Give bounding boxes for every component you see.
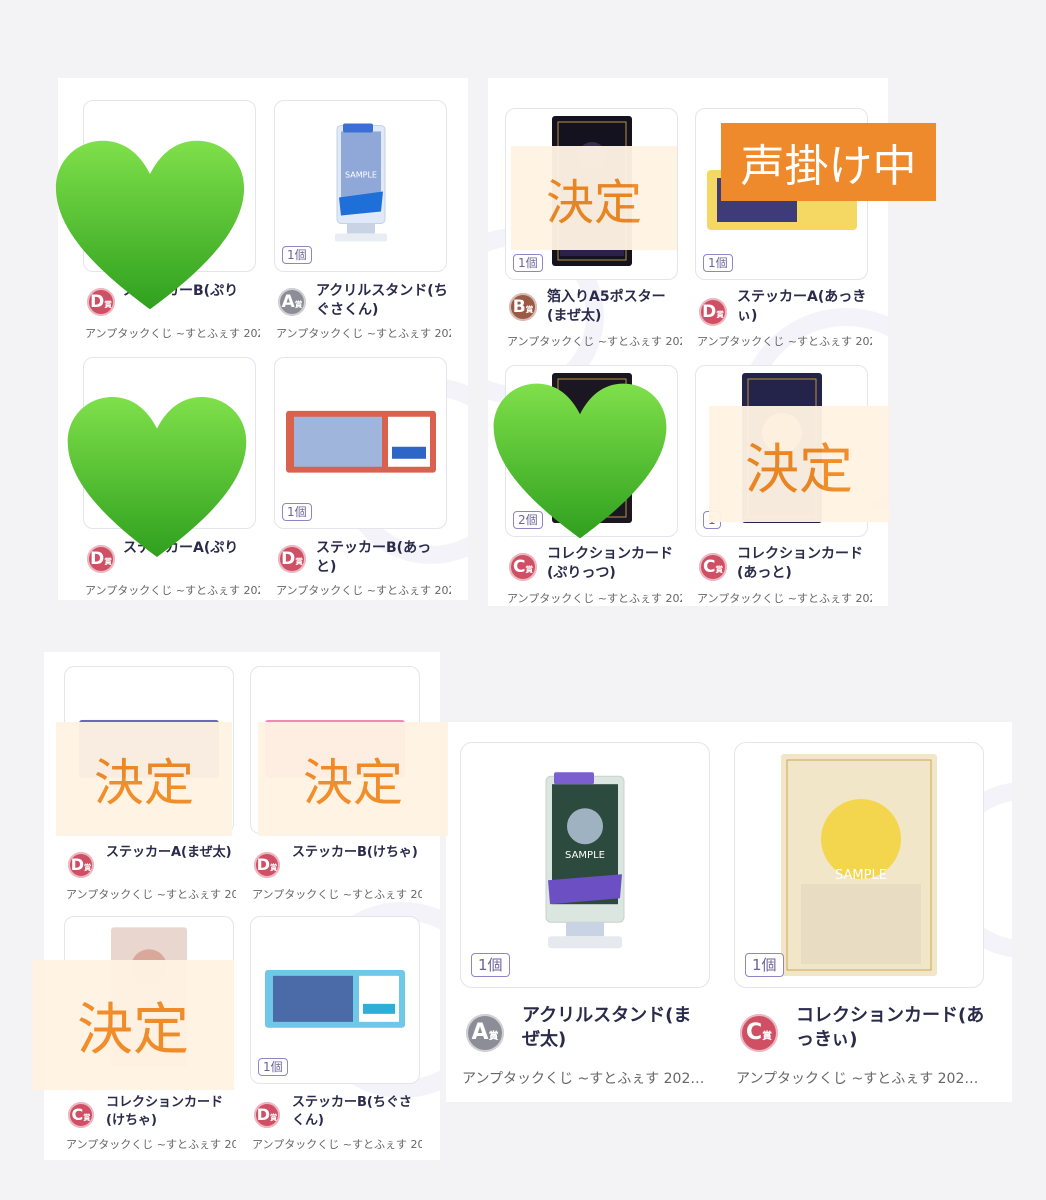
lottery-name: アンプタックくじ ~すとふぇす 202…: [697, 592, 872, 605]
rank-a-badge: A賞: [278, 288, 306, 316]
prize-card[interactable]: 1個 D賞 ステッカーB(ちぐさくん) アンプタックくじ ~すとふぇす 202…: [250, 916, 422, 1156]
quantity-badge: 1個: [282, 246, 312, 264]
svg-text:SAMPLE: SAMPLE: [565, 850, 605, 861]
quantity-badge: 1個: [703, 254, 733, 272]
quantity-badge: 1個: [471, 953, 510, 977]
prize-name: コレクションカード(あっと): [737, 546, 863, 581]
prize-name: 箔入りA5ポスター(まぜ太): [547, 289, 666, 324]
acrylic-stand-image: SAMPLE: [334, 123, 387, 242]
prize-name: コレクションカード(あっきぃ): [796, 1005, 985, 1051]
lottery-name: アンプタックくじ ~すとふぇす 202…: [252, 888, 422, 901]
lottery-name: アンプタックくじ ~すとふぇす 202…: [85, 584, 260, 597]
decided-overlay: 決定: [709, 406, 889, 522]
prize-name: コレクションカード(けちゃ): [106, 1095, 224, 1128]
lottery-name: アンプタックくじ ~すとふぇす 202…: [252, 1138, 422, 1151]
decided-overlay: 決定: [511, 146, 677, 250]
lottery-name: アンプタックくじ ~すとふぇす 202…: [85, 327, 260, 340]
decided-overlay: 決定: [258, 722, 448, 836]
prize-card[interactable]: SAMPLE 1個 C賞 コレクションカード(あっきぃ) アンプタックくじ ~す…: [734, 742, 986, 1092]
rank-d-badge: D賞: [254, 1102, 280, 1128]
lottery-name: アンプタックくじ ~すとふぇす 202…: [66, 1138, 236, 1151]
quantity-badge: 1個: [282, 503, 312, 521]
prize-thumbnail[interactable]: 1個: [250, 916, 420, 1084]
prize-name: コレクションカード(ぷりっつ): [547, 546, 673, 581]
lottery-name: アンプタックくじ ~すとふぇす 202…: [276, 584, 451, 597]
prize-thumbnail[interactable]: SAMPLE 1個: [734, 742, 984, 988]
prize-card[interactable]: SAMPLE 1個 A賞 アクリルスタンド(ちぐさくん) アンプタックくじ ~す…: [274, 100, 451, 350]
calling-overlay: 声掛け中: [721, 123, 936, 201]
lottery-name: アンプタックくじ ~すとふぇす 202…: [276, 327, 451, 340]
rank-d-badge: D賞: [699, 298, 727, 326]
rank-c-badge: C賞: [68, 1102, 94, 1128]
prize-name: ステッカーB(けちゃ): [292, 845, 418, 860]
rank-d-badge: D賞: [68, 852, 94, 878]
decided-overlay: 決定: [56, 722, 232, 836]
prize-name: アクリルスタンド(まぜ太): [522, 1005, 692, 1051]
rank-c-badge: C賞: [740, 1014, 778, 1052]
green-heart-icon: [67, 397, 247, 557]
lottery-name: アンプタックくじ ~すとふぇす 202…: [66, 888, 236, 901]
svg-text:SAMPLE: SAMPLE: [835, 868, 887, 883]
prize-thumbnail[interactable]: 1個: [274, 357, 447, 529]
prize-name: ステッカーA(あっきぃ): [737, 289, 867, 324]
rank-b-badge: B賞: [509, 293, 537, 321]
prize-thumbnail[interactable]: SAMPLE 1個: [460, 742, 710, 988]
sticker-image: [265, 969, 405, 1028]
rank-d-badge: D賞: [254, 852, 280, 878]
lottery-name: アンプタックくじ ~すとふぇす 202…: [736, 1071, 979, 1087]
acrylic-stand-image: SAMPLE: [545, 772, 625, 949]
prize-thumbnail[interactable]: SAMPLE 1個: [274, 100, 447, 272]
svg-text:SAMPLE: SAMPLE: [345, 170, 377, 179]
quantity-badge: 1個: [513, 254, 543, 272]
rank-d-badge: D賞: [278, 545, 306, 573]
collection-card-image: SAMPLE: [781, 754, 937, 976]
prize-name: ステッカーA(まぜ太): [106, 845, 232, 860]
sticker-image: [285, 410, 436, 473]
prize-card[interactable]: 1個 D賞 ステッカーB(あっと) アンプタックくじ ~すとふぇす 202…: [274, 357, 451, 602]
prize-name: アクリルスタンド(ちぐさくん): [316, 283, 448, 318]
green-heart-icon: [55, 140, 245, 310]
lottery-name: アンプタックくじ ~すとふぇす 202…: [507, 592, 682, 605]
quantity-badge: 1個: [745, 953, 784, 977]
prize-name: ステッカーB(ちぐさくん): [292, 1095, 412, 1128]
decided-overlay: 決定: [32, 960, 234, 1090]
lottery-name: アンプタックくじ ~すとふぇす 202…: [462, 1071, 705, 1087]
rank-a-badge: A賞: [466, 1014, 504, 1052]
lottery-name: アンプタックくじ ~すとふぇす 202…: [697, 335, 872, 348]
prize-card[interactable]: SAMPLE 1個 A賞 アクリルスタンド(まぜ太) アンプタックくじ ~すとふ…: [460, 742, 712, 1092]
quantity-badge: 1個: [258, 1058, 288, 1076]
rank-c-badge: C賞: [699, 553, 727, 581]
lottery-name: アンプタックくじ ~すとふぇす 202…: [507, 335, 682, 348]
prize-name: ステッカーB(あっと): [316, 540, 432, 575]
rank-c-badge: C賞: [509, 553, 537, 581]
green-heart-icon: [493, 383, 667, 539]
